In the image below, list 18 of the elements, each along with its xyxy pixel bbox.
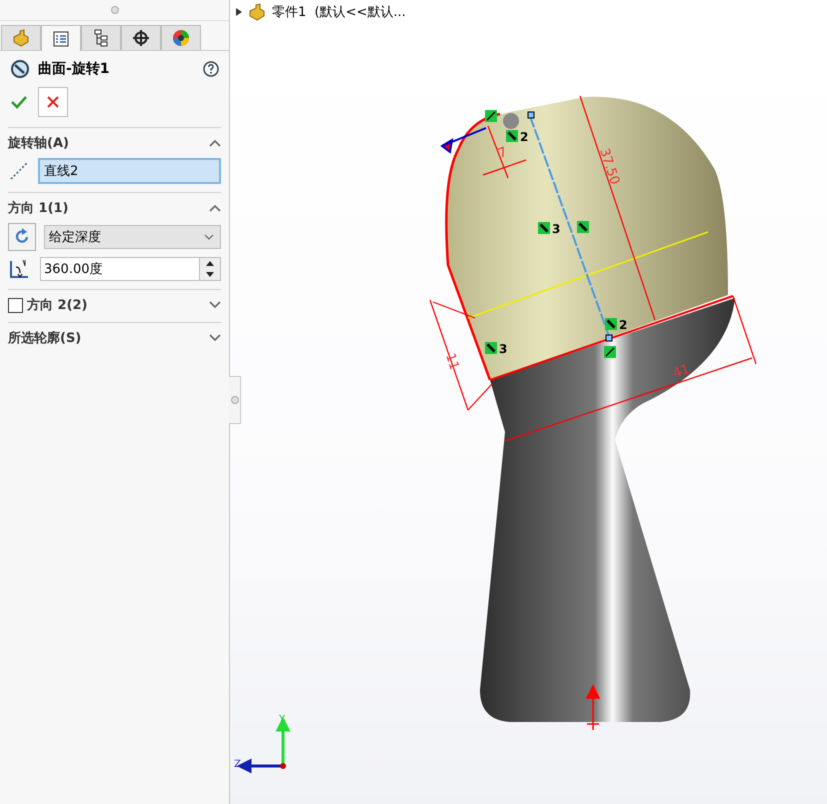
end-condition-dropdown[interactable]: 给定深度 bbox=[44, 225, 221, 249]
section-title[interactable]: 旋转轴(A) bbox=[8, 134, 205, 152]
axis-triad-drawing: Y Z bbox=[232, 710, 302, 780]
section-title[interactable]: 所选轮廓(S) bbox=[8, 329, 205, 347]
relation-badge: 3 bbox=[538, 222, 560, 236]
relation-badge: 2 bbox=[506, 130, 528, 144]
dimension-label: 41 bbox=[671, 362, 692, 382]
section-title[interactable]: 方向 1(1) bbox=[8, 199, 205, 217]
dimension-label: 37.50 bbox=[596, 146, 622, 187]
part-name[interactable]: 零件1 (默认<<默认... bbox=[272, 3, 406, 21]
selection-field[interactable]: 直线2 bbox=[38, 158, 221, 184]
dimension-label: 11 bbox=[442, 352, 462, 372]
relation-badge: 2 bbox=[605, 318, 628, 332]
section-title[interactable]: 方向 2(2) bbox=[27, 296, 205, 314]
relation-badge: 3 bbox=[485, 342, 508, 356]
feature-title: 曲面-旋转1 bbox=[38, 60, 111, 78]
angle-field[interactable]: 360.00度 bbox=[40, 257, 221, 281]
dimension-label: 7 bbox=[496, 144, 510, 162]
